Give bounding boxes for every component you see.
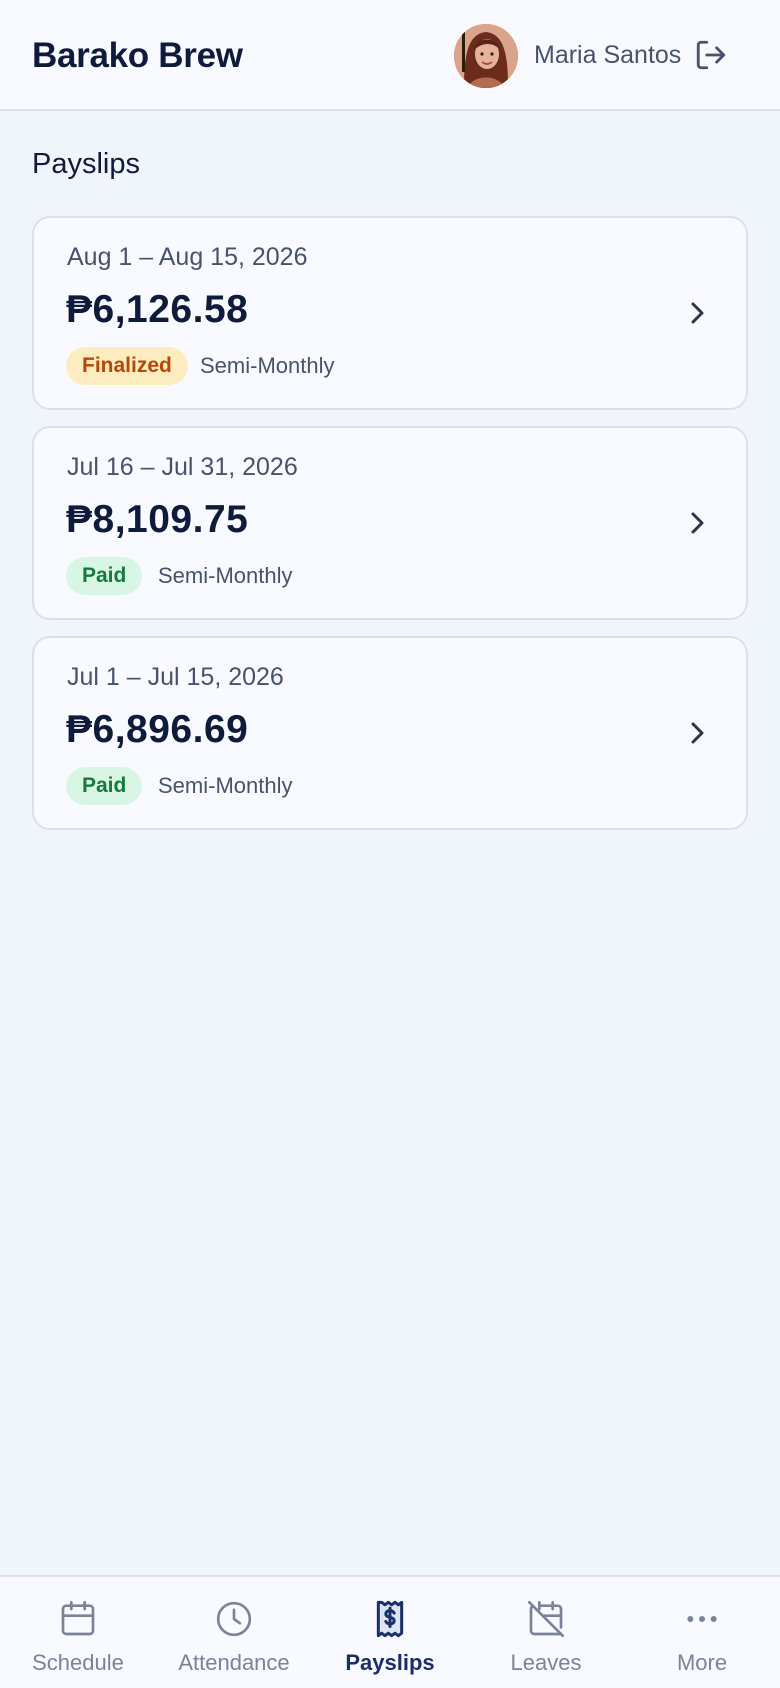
chevron-right-icon <box>691 722 704 744</box>
nav-label: More <box>676 1650 728 1675</box>
payslip-amount: ₱6,126.58 <box>66 288 249 331</box>
calendar-icon <box>61 1601 95 1636</box>
more-dots-icon <box>687 1616 717 1622</box>
user-name[interactable]: Maria Santos <box>534 41 681 70</box>
app-root: Barako Brew Maria Santos Payslips Aug 1 … <box>0 0 780 1688</box>
payslip-frequency: Semi-Monthly <box>158 773 293 798</box>
payslip-card[interactable]: Jul 16 – Jul 31, 2026 ₱8,109.75 Paid Sem… <box>32 426 748 620</box>
chevron-right-icon <box>691 302 704 324</box>
nav-label: Attendance <box>178 1650 290 1675</box>
receipt-dollar-icon <box>376 1600 404 1638</box>
nav-label: Schedule <box>32 1650 124 1675</box>
nav-item-schedule[interactable]: Schedule <box>0 1577 156 1688</box>
payslip-amount: ₱8,109.75 <box>66 498 249 541</box>
clock-icon <box>216 1601 252 1637</box>
nav-label: Payslips <box>345 1650 435 1675</box>
page-title: Payslips <box>32 148 140 180</box>
payslip-card[interactable]: Aug 1 – Aug 15, 2026 ₱6,126.58 Finalized… <box>32 216 748 410</box>
payslip-period: Aug 1 – Aug 15, 2026 <box>67 243 308 271</box>
payslip-card[interactable]: Jul 1 – Jul 15, 2026 ₱6,896.69 Paid Semi… <box>32 636 748 830</box>
nav-label: Leaves <box>510 1650 582 1675</box>
status-badge: Paid <box>66 767 143 805</box>
nav-item-attendance[interactable]: Attendance <box>156 1577 312 1688</box>
payslip-period: Jul 16 – Jul 31, 2026 <box>67 453 298 481</box>
payslip-amount: ₱6,896.69 <box>66 708 249 751</box>
logout-icon[interactable] <box>694 38 728 72</box>
nav-item-leaves[interactable]: Leaves <box>468 1577 624 1688</box>
payslip-period: Jul 1 – Jul 15, 2026 <box>67 663 284 691</box>
bottom-nav: Schedule Attendance Payslips Leaves More <box>0 1575 780 1688</box>
top-header: Barako Brew Maria Santos <box>0 0 780 111</box>
payslip-frequency: Semi-Monthly <box>158 563 293 588</box>
status-badge: Finalized <box>66 347 188 385</box>
user-avatar-photo <box>454 24 518 88</box>
payslip-frequency: Semi-Monthly <box>200 353 335 378</box>
avatar[interactable] <box>454 24 518 88</box>
nav-item-more[interactable]: More <box>624 1577 780 1688</box>
brand-title: Barako Brew <box>32 36 243 75</box>
status-badge: Paid <box>66 557 143 595</box>
chevron-right-icon <box>691 512 704 534</box>
nav-item-payslips[interactable]: Payslips <box>312 1577 468 1688</box>
calendar-off-icon <box>528 1601 564 1637</box>
